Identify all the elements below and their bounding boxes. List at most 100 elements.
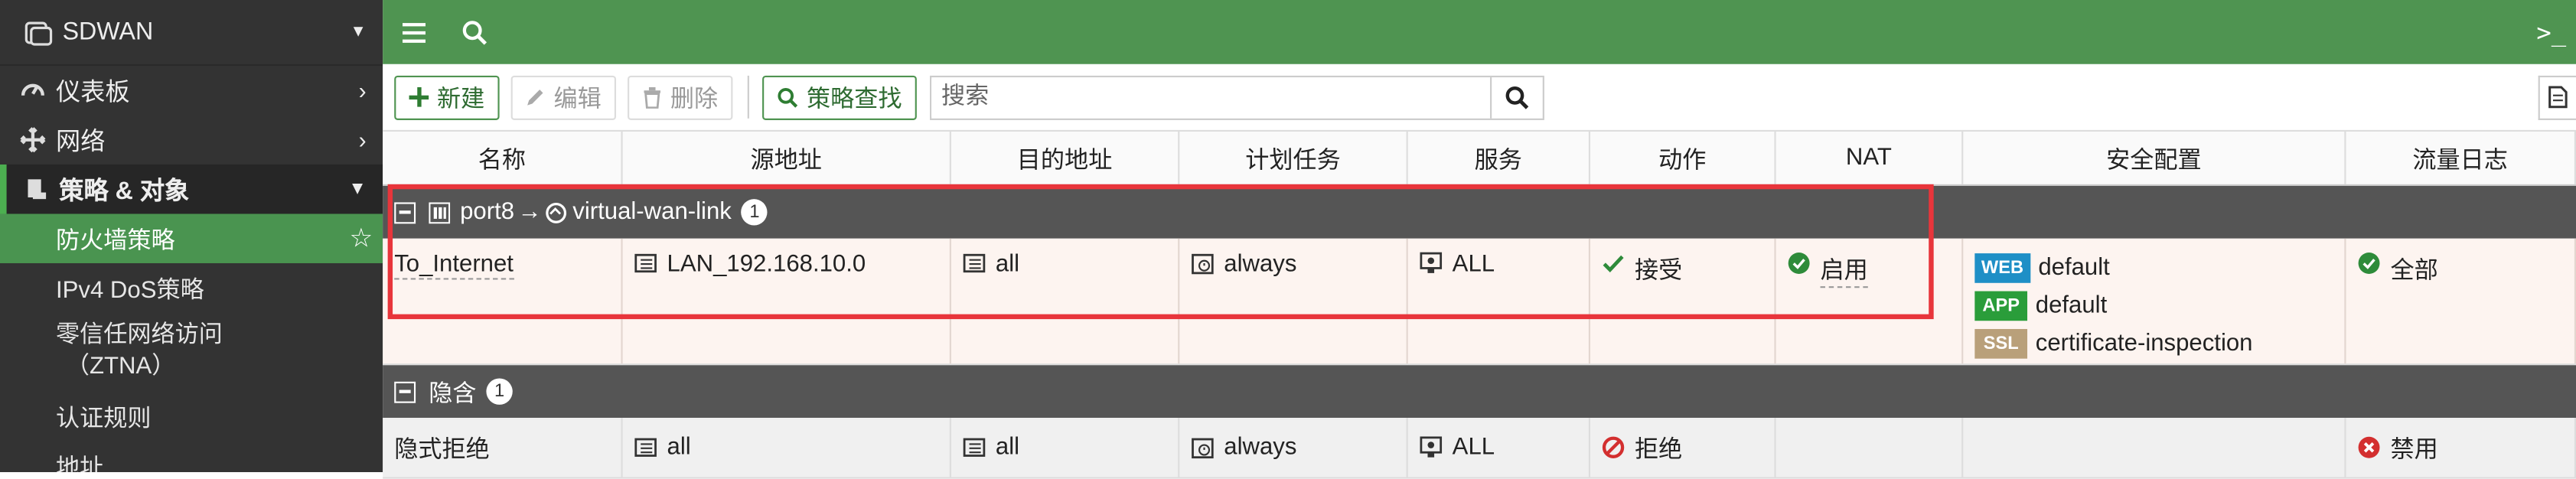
column-header-log[interactable]: 流量日志 xyxy=(2346,131,2576,184)
search-icon[interactable] xyxy=(458,15,491,48)
address-icon xyxy=(634,252,657,275)
cell-schedule: always xyxy=(1179,238,1408,364)
create-new-button[interactable]: 新建 xyxy=(394,74,500,119)
policy-action: 接受 xyxy=(1634,258,1683,285)
address-icon xyxy=(963,436,986,459)
column-header-nat[interactable]: NAT xyxy=(1776,131,1964,184)
cli-console-icon[interactable]: >_ xyxy=(2536,18,2566,47)
sidebar-item-label: 策略 & 对象 xyxy=(59,177,190,205)
export-button[interactable] xyxy=(2538,74,2576,119)
security-profile-web[interactable]: WEB default xyxy=(1974,252,2252,285)
plus-icon xyxy=(409,86,429,107)
column-header-action[interactable]: 动作 xyxy=(1590,131,1776,184)
column-header-security[interactable]: 安全配置 xyxy=(1963,131,2346,184)
column-header-source[interactable]: 源地址 xyxy=(623,131,951,184)
policy-source[interactable]: LAN_192.168.10.0 xyxy=(667,252,866,278)
policy-lookup-button[interactable]: 策略查找 xyxy=(762,74,917,119)
arrow-right-icon: → xyxy=(517,199,542,226)
chevron-right-icon: › xyxy=(358,126,367,153)
collapse-icon[interactable] xyxy=(394,201,416,223)
cell-destination: all xyxy=(951,418,1180,477)
sidebar-item-label: （ZTNA） xyxy=(65,354,176,380)
sidebar-item-ipv4-dos[interactable]: IPv4 DoS策略 xyxy=(0,263,383,312)
top-bar: >_ xyxy=(383,0,2576,64)
security-profile-value: default xyxy=(2038,255,2110,282)
create-new-label: 新建 xyxy=(437,86,485,113)
menu-icon[interactable] xyxy=(399,15,432,48)
column-header-schedule[interactable]: 计划任务 xyxy=(1179,131,1408,184)
sidebar-item-network[interactable]: 网络 › xyxy=(0,115,383,164)
cell-destination: all xyxy=(951,238,1180,364)
policy-source[interactable]: all xyxy=(667,435,691,461)
document-icon xyxy=(2548,86,2568,109)
sidebar-item-addresses[interactable]: 地址 xyxy=(0,441,383,472)
column-header-name[interactable]: 名称 xyxy=(383,131,623,184)
group-source-interface: port8 xyxy=(460,199,515,226)
edit-button[interactable]: 编辑 xyxy=(510,74,617,119)
sidebar-item-label: 防火墙策略 xyxy=(55,227,175,255)
search-button[interactable] xyxy=(1490,76,1543,118)
policy-schedule[interactable]: always xyxy=(1224,435,1296,461)
cell-log: 禁用 xyxy=(2346,418,2576,477)
device-selector[interactable]: SDWAN ▼ xyxy=(0,0,383,66)
policy-destination[interactable]: all xyxy=(996,252,1019,278)
delete-button[interactable]: 删除 xyxy=(628,74,733,119)
edit-label: 编辑 xyxy=(553,86,602,113)
cell-schedule: always xyxy=(1179,418,1408,477)
policy-schedule[interactable]: always xyxy=(1224,252,1296,278)
policy-destination[interactable]: all xyxy=(996,435,1019,461)
sidebar-item-label: 零信任网络访问 xyxy=(55,322,223,349)
sdwan-icon xyxy=(545,201,566,223)
security-profile-app[interactable]: APP default xyxy=(1974,289,2252,322)
policy-nat[interactable]: 启用 xyxy=(1820,252,1868,288)
search-input[interactable] xyxy=(931,78,1491,116)
policy-service[interactable]: ALL xyxy=(1453,252,1495,278)
cell-security: WEB default APP default SSL certificate-… xyxy=(1963,238,2346,364)
policy-name[interactable]: To_Internet xyxy=(394,252,514,280)
sidebar-item-label: 仪表板 xyxy=(55,78,130,106)
cell-name: 隐式拒绝 xyxy=(383,418,623,477)
check-circle-icon xyxy=(1788,252,1811,275)
search-icon xyxy=(1505,85,1529,109)
cell-security xyxy=(1963,418,2346,477)
policy-group-header[interactable]: port8 → virtual-wan-link 1 xyxy=(383,185,2576,239)
cell-service: ALL xyxy=(1408,418,1591,477)
security-profile-value: certificate-inspection xyxy=(2035,331,2253,357)
network-icon xyxy=(20,127,46,153)
device-icon xyxy=(24,21,53,45)
star-icon[interactable]: ☆ xyxy=(350,222,373,255)
policy-name: 隐式拒绝 xyxy=(394,436,490,464)
table-row[interactable]: 隐式拒绝 all all always ALL 拒绝 禁用 xyxy=(383,418,2576,479)
policy-log: 全部 xyxy=(2390,258,2438,285)
implicit-group-header[interactable]: 隐含 1 xyxy=(383,365,2576,419)
schedule-icon xyxy=(1191,252,1214,275)
sidebar-item-label: 认证规则 xyxy=(55,405,152,432)
sidebar-item-label: 地址 xyxy=(55,455,104,473)
device-name: SDWAN xyxy=(62,18,154,47)
policy-service[interactable]: ALL xyxy=(1453,435,1495,461)
ssl-inspection-tag: SSL xyxy=(1974,328,2028,359)
delete-label: 删除 xyxy=(670,86,719,113)
trash-icon xyxy=(642,86,662,108)
sidebar-item-firewall-policy[interactable]: 防火墙策略 ☆ xyxy=(0,213,383,263)
sidebar-item-ztna[interactable]: 零信任网络访问 （ZTNA） xyxy=(0,312,383,391)
sidebar-item-auth-rules[interactable]: 认证规则 xyxy=(0,392,383,441)
sidebar-item-policy-objects[interactable]: 策略 & 对象 ▼ xyxy=(0,164,383,214)
sidebar: SDWAN ▼ 仪表板 › 网络 › 策略 & 对象 ▼ 防火墙策略 ☆ IPv… xyxy=(0,0,383,473)
table-header: 名称 源地址 目的地址 计划任务 服务 动作 NAT 安全配置 流量日志 xyxy=(383,131,2576,186)
security-profile-ssl[interactable]: SSL certificate-inspection xyxy=(1974,327,2252,360)
security-profile-value: default xyxy=(2035,292,2108,320)
x-circle-icon xyxy=(2358,436,2381,459)
column-header-destination[interactable]: 目的地址 xyxy=(951,131,1180,184)
column-header-service[interactable]: 服务 xyxy=(1408,131,1591,184)
cell-nat: 启用 xyxy=(1776,238,1964,364)
table-row[interactable]: To_Internet LAN_192.168.10.0 all always … xyxy=(383,238,2576,366)
sidebar-item-dashboard[interactable]: 仪表板 › xyxy=(0,66,383,115)
sidebar-item-label: 网络 xyxy=(55,127,106,156)
policy-icon xyxy=(23,176,49,202)
cell-service: ALL xyxy=(1408,238,1591,364)
cell-action: 接受 xyxy=(1590,238,1776,364)
collapse-icon[interactable] xyxy=(394,380,416,402)
chevron-down-icon: ▼ xyxy=(348,179,367,200)
cell-nat xyxy=(1776,418,1964,477)
